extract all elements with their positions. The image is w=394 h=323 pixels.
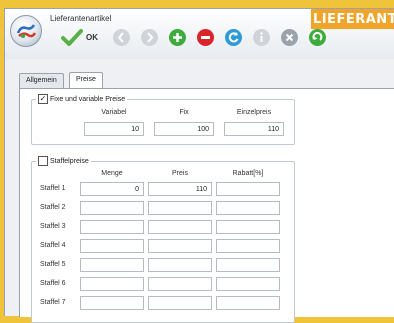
add-button[interactable] <box>169 29 186 46</box>
back-icon <box>117 32 124 43</box>
preis-input[interactable] <box>148 201 212 215</box>
header-rabatt: Rabatt[%] <box>232 170 264 177</box>
staffel-row-label: Staffel 2 <box>40 204 66 211</box>
fix-input[interactable]: 100 <box>154 122 214 136</box>
menge-input[interactable] <box>80 277 144 291</box>
staffel-prices-checkbox[interactable] <box>38 156 48 166</box>
refresh-icon <box>228 32 239 43</box>
staffel-row-label: Staffel 6 <box>40 280 66 287</box>
close-button[interactable] <box>281 29 298 46</box>
header-fix: Fix <box>179 109 189 116</box>
info-button[interactable] <box>253 29 270 46</box>
preise-panel: ✓ Fixe und variable Preise Variabel Fix … <box>19 88 394 323</box>
preis-input[interactable] <box>148 220 212 234</box>
forward-icon <box>147 32 154 43</box>
menge-input[interactable] <box>80 201 144 215</box>
staffel-row-label: Staffel 5 <box>40 261 66 268</box>
menge-input[interactable] <box>80 239 144 253</box>
window-title: Lieferantenartikel <box>50 14 112 23</box>
fixed-variable-prices-checkbox[interactable]: ✓ <box>38 94 48 104</box>
fixed-variable-prices-legend: ✓ Fixe und variable Preise <box>36 94 128 104</box>
menge-input[interactable]: 0 <box>80 182 144 196</box>
staffel-row-label: Staffel 1 <box>40 185 66 192</box>
menge-input[interactable] <box>80 296 144 310</box>
header-menge: Menge <box>101 170 123 177</box>
rabatt-input[interactable] <box>216 201 280 215</box>
ok-label: OK <box>86 33 98 42</box>
variabel-input[interactable]: 10 <box>84 122 144 136</box>
staffel-prices-group: Staffelpreise Menge Preis Rabatt[%] Staf… <box>31 156 295 323</box>
preis-input[interactable] <box>148 239 212 253</box>
menge-input[interactable] <box>80 220 144 234</box>
staffel-row-label: Staffel 4 <box>40 242 66 249</box>
delete-button[interactable] <box>197 29 214 46</box>
check-icon <box>61 29 83 49</box>
back-button[interactable] <box>113 29 130 46</box>
preis-input[interactable] <box>148 258 212 272</box>
close-icon <box>285 33 294 42</box>
fixed-variable-prices-group: ✓ Fixe und variable Preise Variabel Fix … <box>31 94 295 145</box>
redo-button[interactable] <box>309 29 326 46</box>
header-preis: Preis <box>172 170 188 177</box>
rabatt-input[interactable] <box>216 220 280 234</box>
rabatt-input[interactable] <box>216 239 280 253</box>
staffel-prices-legend: Staffelpreise <box>36 156 91 166</box>
rabatt-input[interactable] <box>216 296 280 310</box>
staffel-prices-label: Staffelpreise <box>50 157 89 165</box>
tab-allgemein[interactable]: Allgemein <box>19 73 64 88</box>
rabatt-input[interactable] <box>216 277 280 291</box>
ok-button[interactable]: OK <box>57 29 103 47</box>
add-icon <box>173 33 182 42</box>
preis-input[interactable]: 110 <box>148 182 212 196</box>
fixed-variable-prices-label: Fixe und variable Preise <box>50 95 126 103</box>
header-einzelpreis: Einzelpreis <box>236 109 272 116</box>
dialog-window: Lieferantenartikel OK LIEFERANT Allgemei… <box>4 8 394 323</box>
forward-button[interactable] <box>141 29 158 46</box>
app-logo-icon <box>10 15 42 47</box>
delete-icon <box>201 36 210 39</box>
rabatt-input[interactable] <box>216 258 280 272</box>
lieferant-banner: LIEFERANT <box>311 9 394 29</box>
einzelpreis-input[interactable]: 110 <box>224 122 284 136</box>
redo-icon <box>312 31 323 41</box>
header-variabel: Variabel <box>101 109 127 116</box>
tab-preise[interactable]: Preise <box>69 72 103 88</box>
refresh-button[interactable] <box>225 29 242 46</box>
preis-input[interactable] <box>148 296 212 310</box>
rabatt-input[interactable] <box>216 182 280 196</box>
preis-input[interactable] <box>148 277 212 291</box>
menge-input[interactable] <box>80 258 144 272</box>
staffel-row-label: Staffel 3 <box>40 223 66 230</box>
info-icon <box>260 32 263 42</box>
staffel-row-label: Staffel 7 <box>40 299 66 306</box>
